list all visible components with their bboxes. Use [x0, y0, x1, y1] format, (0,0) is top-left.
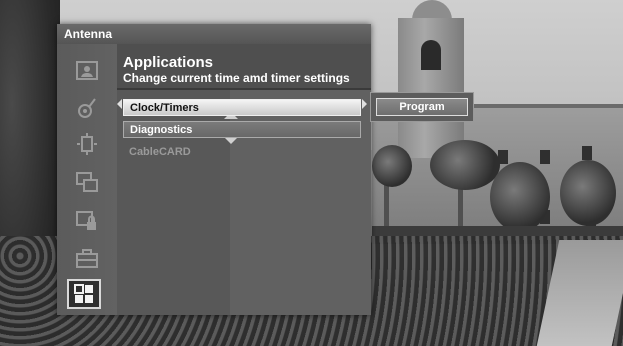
sidebar-item-picture[interactable] — [71, 57, 103, 85]
sidebar-item-pip[interactable] — [71, 168, 103, 196]
sidebar-item-sound[interactable] — [71, 94, 103, 122]
tree — [490, 162, 550, 232]
sidebar-item-channel[interactable] — [71, 130, 103, 158]
program-button[interactable]: Program — [376, 98, 468, 116]
bell-tower — [398, 18, 464, 158]
picture-in-picture-icon — [76, 172, 98, 192]
picture-icon — [76, 61, 98, 80]
menu-item-cablecard: CableCARD — [129, 146, 191, 158]
building-window — [582, 146, 592, 160]
page-title: Applications — [123, 54, 214, 71]
left-arrow-icon — [117, 99, 122, 109]
bell-tower-window — [421, 40, 441, 70]
menu-item-diagnostics[interactable]: Diagnostics — [123, 121, 361, 138]
page-subtitle: Change current time amd timer settings — [123, 71, 350, 85]
submenu-popup: Program — [370, 92, 474, 122]
menu-item-clock-timers[interactable]: Clock/Timers — [123, 99, 361, 116]
applications-grid-icon — [74, 284, 93, 303]
sound-icon — [78, 98, 96, 118]
right-arrow-icon — [362, 99, 367, 109]
channel-icon — [77, 133, 97, 155]
setup-toolbox-icon — [76, 249, 98, 268]
sidebar-item-setup[interactable] — [71, 244, 103, 272]
tree — [560, 160, 616, 226]
settings-menu-panel: Antenna Applications Change current time… — [57, 24, 371, 315]
category-sidebar — [57, 44, 117, 315]
sidebar-item-lock[interactable] — [71, 207, 103, 235]
sidebar-item-applications[interactable] — [67, 279, 101, 309]
palm-fronds — [430, 140, 500, 190]
input-source-label: Antenna — [57, 24, 371, 44]
scroll-down-icon[interactable] — [224, 137, 238, 144]
lock-icon — [76, 211, 96, 230]
building-window — [540, 150, 550, 164]
palm-fronds — [372, 145, 412, 187]
